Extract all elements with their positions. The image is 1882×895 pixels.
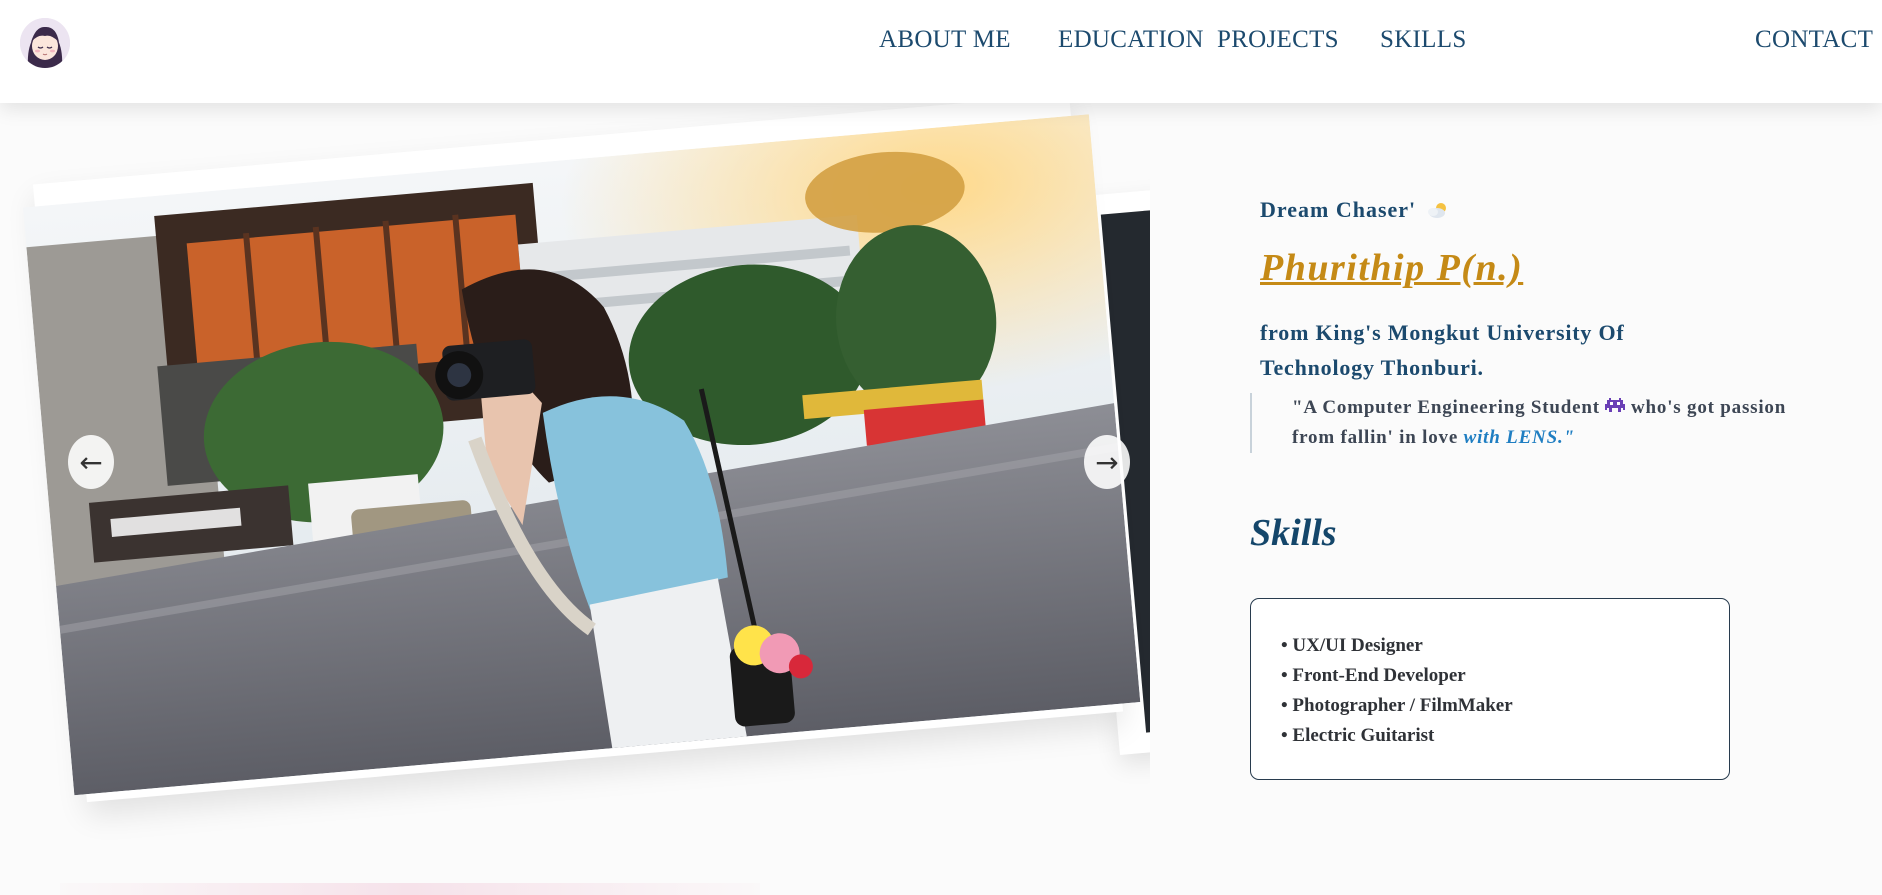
nav-item-education[interactable]: EDUCATION — [1058, 26, 1204, 54]
carousel-next-button[interactable]: → — [1084, 435, 1130, 489]
sun-behind-cloud-icon — [1427, 203, 1446, 218]
arrow-left-icon: ← — [79, 445, 103, 479]
nav-item-projects[interactable]: PROJECTS — [1217, 26, 1339, 54]
carousel-prev-button[interactable]: ← — [68, 435, 114, 489]
nav-item-skills[interactable]: SKILLS — [1380, 26, 1467, 54]
next-section-preview — [60, 883, 760, 895]
skill-item: Photographer / FilmMaker — [1281, 691, 1729, 721]
tagline: Dream Chaser' — [1260, 197, 1449, 223]
university-text: from King's Mongkut University Of Techno… — [1260, 320, 1625, 380]
arrow-right-icon: → — [1095, 445, 1119, 479]
photo-carousel: ← → — [0, 103, 1150, 895]
skill-item: Electric Guitarist — [1281, 721, 1729, 751]
site-header: ABOUT ME EDUCATION PROJECTS SKILLS CONTA… — [0, 0, 1882, 103]
skills-heading: Skills — [1250, 512, 1337, 554]
nav-item-contact[interactable]: CONTACT — [1755, 26, 1873, 54]
photo-card — [22, 103, 1141, 803]
avatar-illustration — [20, 18, 70, 68]
hero-section: ← → Dream Chaser' Phurithip P(n.) from K… — [0, 103, 1882, 895]
display-name[interactable]: Phurithip P(n.) — [1260, 246, 1523, 290]
intro-section: Dream Chaser' Phurithip P(n.) from King'… — [1250, 103, 1860, 895]
quote-text-1: "A Computer Engineering Student — [1292, 397, 1600, 418]
alien-monster-icon — [1605, 398, 1626, 412]
skills-list: UX/UI Designer Front-End Developer Photo… — [1251, 599, 1729, 751]
skills-card: UX/UI Designer Front-End Developer Photo… — [1250, 598, 1730, 780]
nav-item-about-me[interactable]: ABOUT ME — [879, 26, 1011, 54]
tagline-text: Dream Chaser' — [1260, 197, 1417, 222]
quote-emphasis: with LENS." — [1463, 427, 1575, 448]
photographer-photo — [22, 114, 1141, 796]
skill-item: UX/UI Designer — [1281, 631, 1729, 661]
skill-item: Front-End Developer — [1281, 661, 1729, 691]
avatar[interactable] — [20, 18, 70, 68]
intro-quote: "A Computer Engineering Student who's go… — [1250, 393, 1812, 453]
